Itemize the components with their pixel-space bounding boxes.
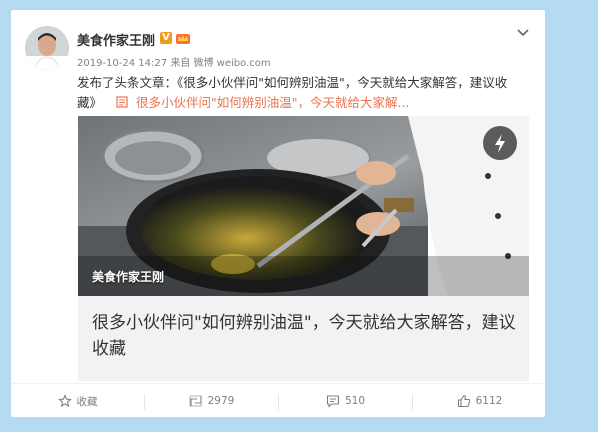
article-cover-image: 美食作家王刚 (78, 116, 529, 296)
article-title[interactable]: 很多小伙伴问"如何辨别油温"，今天就给大家解答，建议收藏 (92, 310, 522, 362)
member-crown-icon (176, 34, 190, 44)
chevron-down-icon[interactable] (515, 24, 531, 40)
post-source[interactable]: 微博 weibo.com (194, 58, 271, 69)
author-name[interactable]: 美食作家王刚 (77, 30, 155, 49)
verified-badge: V (160, 32, 172, 44)
post-timestamp[interactable]: 2019-10-24 14:27 (77, 58, 167, 69)
comment-button[interactable]: 510 (279, 384, 412, 418)
repost-icon (189, 395, 202, 407)
action-bar: 收藏 2979 510 6112 (11, 383, 545, 417)
source-prefix: 来自 (170, 58, 191, 69)
post-text-block: 发布了头条文章：《很多小伙伴问"如何辨别油温"，今天就给大家解答，建议收藏》 很… (77, 73, 531, 113)
author-avatar[interactable] (25, 26, 69, 70)
star-icon (57, 394, 72, 408)
repost-button[interactable]: 2979 (145, 384, 278, 418)
article-link[interactable]: 很多小伙伴问"如何辨别油温"，今天就给大家解... (136, 95, 409, 110)
lightning-icon[interactable] (483, 126, 517, 160)
favorite-label: 收藏 (76, 395, 98, 408)
repost-count: 2979 (207, 395, 235, 407)
favorite-button[interactable]: 收藏 (11, 384, 144, 418)
post-meta: 2019-10-24 14:27 来自 微博 weibo.com (77, 54, 271, 69)
like-button[interactable]: 6112 (413, 384, 546, 418)
article-icon (116, 96, 128, 108)
comment-icon (326, 395, 340, 408)
cover-image-label: 美食作家王刚 (92, 270, 165, 284)
thumbs-up-icon (457, 394, 470, 408)
comment-count: 510 (344, 395, 366, 407)
like-count: 6112 (475, 395, 503, 407)
weibo-post-card: 美食作家王刚 V 2019-10-24 14:27 来自 微博 weibo.co… (11, 10, 545, 417)
article-card[interactable]: 美食作家王刚 很多小伙伴问"如何辨别油温"，今天就给大家解答，建议收藏 (78, 116, 529, 381)
